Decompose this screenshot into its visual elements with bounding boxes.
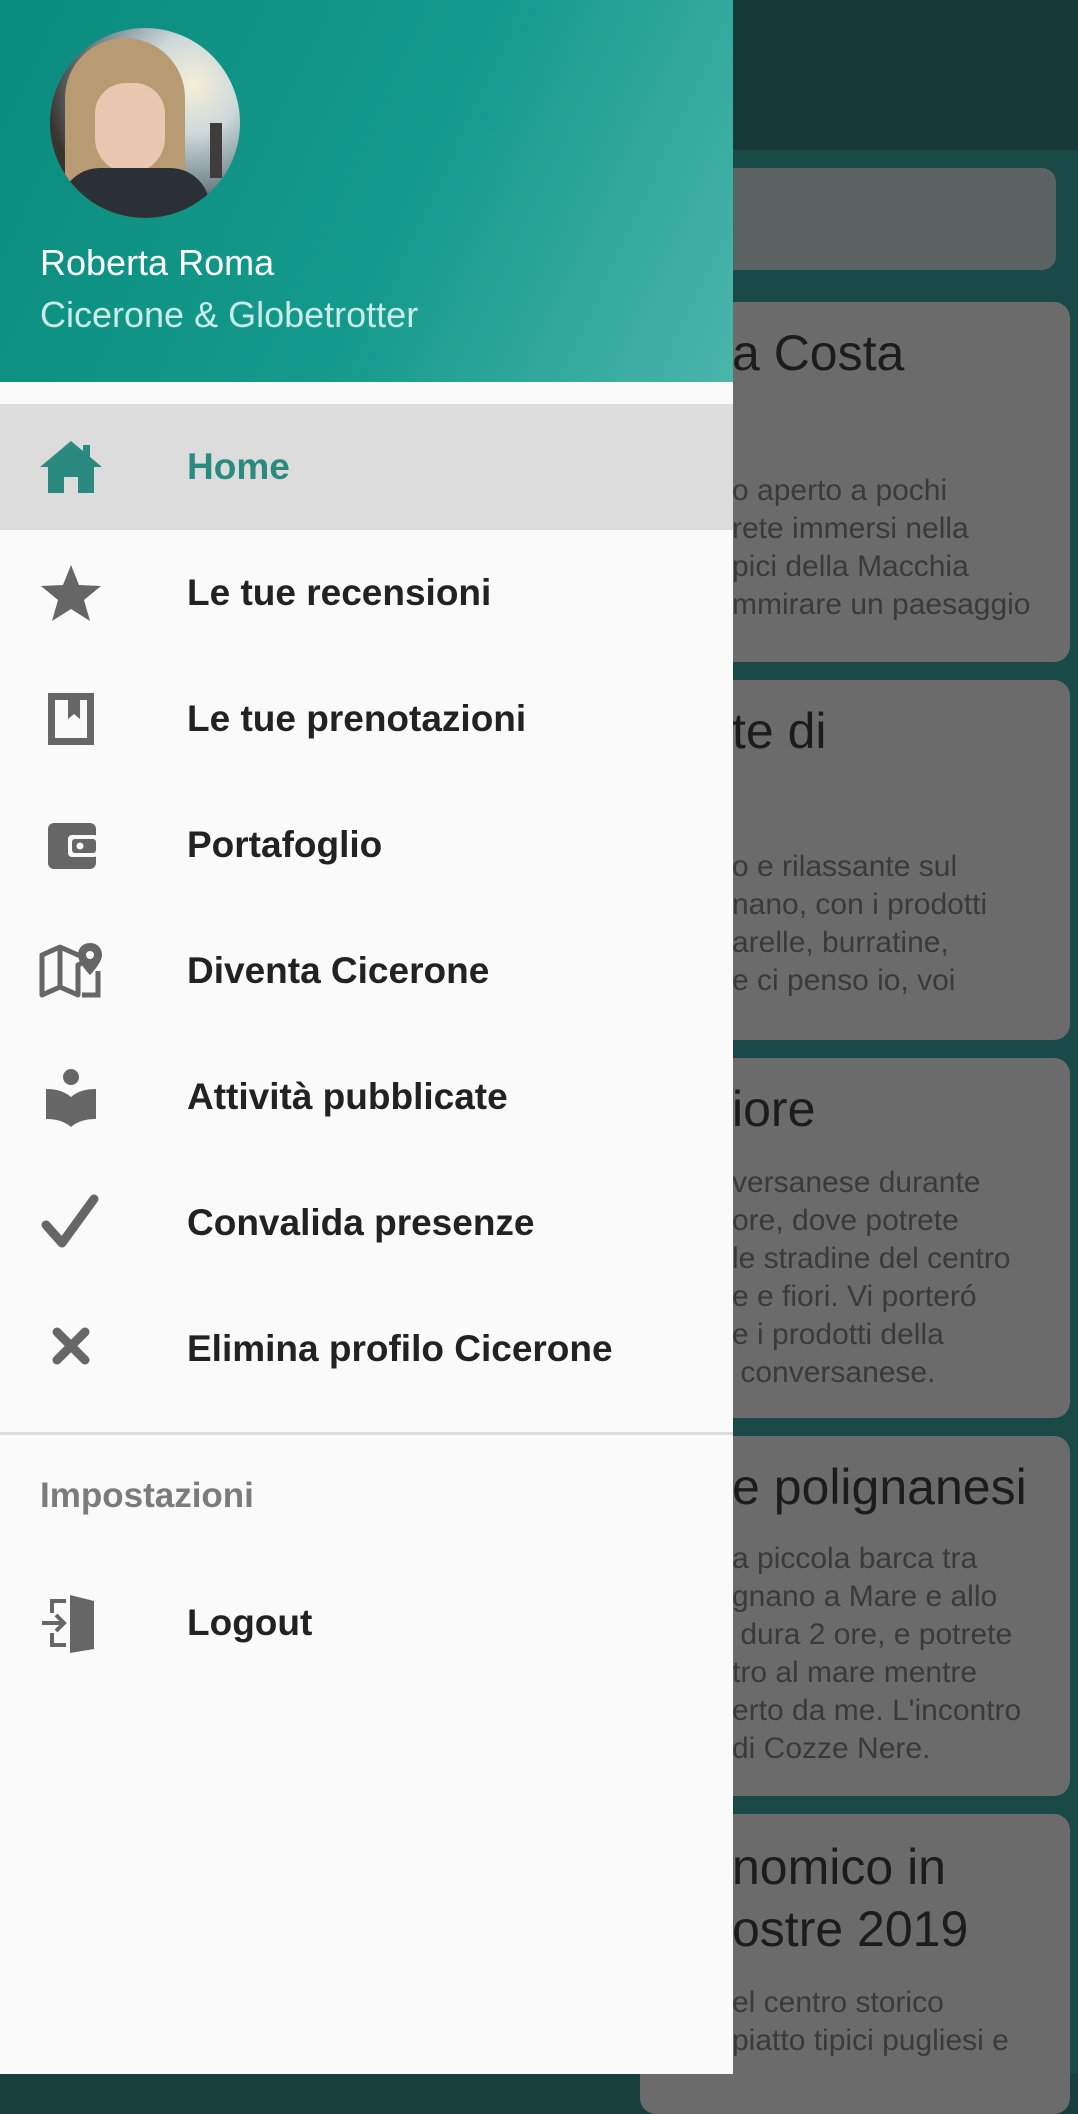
card-description: o aperto a pochi rete immersi nella pici… bbox=[732, 474, 1031, 621]
menu-item-reviews[interactable]: Le tue recensioni bbox=[0, 530, 733, 656]
card-description: a piccola barca tra gnano a Mare e allo … bbox=[732, 1542, 1022, 1765]
user-name: Roberta Roma bbox=[40, 242, 275, 283]
drawer-header: Roberta Roma Cicerone & Globetrotter bbox=[0, 0, 733, 382]
menu-item-logout[interactable]: Logout bbox=[0, 1560, 733, 1686]
divider bbox=[0, 1432, 733, 1435]
menu-item-label: Home bbox=[187, 446, 290, 487]
card-title: iore bbox=[732, 1081, 816, 1137]
menu-item-label: Elimina profilo Cicerone bbox=[187, 1328, 613, 1369]
close-icon bbox=[38, 1319, 104, 1379]
menu-item-label: Attività pubblicate bbox=[187, 1076, 508, 1117]
card-description: versanese durante ore, dove potrete le s… bbox=[732, 1166, 1011, 1389]
menu-item-label: Convalida presenze bbox=[187, 1202, 535, 1243]
map-icon bbox=[38, 941, 104, 1001]
logout-icon bbox=[38, 1593, 104, 1653]
navigation-drawer: Roberta Roma Cicerone & Globetrotter Hom… bbox=[0, 0, 733, 2074]
menu-item-validate-attendance[interactable]: Convalida presenze bbox=[0, 1160, 733, 1286]
menu-item-label: Le tue prenotazioni bbox=[187, 698, 527, 739]
menu-item-label: Portafoglio bbox=[187, 824, 383, 865]
menu-item-become-cicerone[interactable]: Diventa Cicerone bbox=[0, 908, 733, 1034]
wallet-icon bbox=[38, 815, 104, 875]
menu-item-home[interactable]: Home bbox=[0, 404, 733, 530]
bookmark-icon bbox=[38, 689, 104, 749]
settings-section-title: Impostazioni bbox=[40, 1476, 254, 1515]
card-title: nomico in ostre 2019 bbox=[732, 1839, 969, 1957]
menu-item-published-activities[interactable]: Attività pubblicate bbox=[0, 1034, 733, 1160]
menu-item-delete-profile[interactable]: Elimina profilo Cicerone bbox=[0, 1286, 733, 1412]
reader-icon bbox=[38, 1067, 104, 1127]
star-icon bbox=[38, 563, 104, 623]
avatar[interactable] bbox=[50, 28, 240, 218]
menu-item-label: Logout bbox=[187, 1602, 313, 1643]
card-title: e polignanesi bbox=[732, 1459, 1027, 1515]
menu-item-wallet[interactable]: Portafoglio bbox=[0, 782, 733, 908]
card-description: el centro storico piatto tipici pugliesi… bbox=[732, 1986, 1009, 2057]
user-role: Cicerone & Globetrotter bbox=[40, 294, 419, 335]
menu-item-bookings[interactable]: Le tue prenotazioni bbox=[0, 656, 733, 782]
card-description: o e rilassante sul nano, con i prodotti … bbox=[732, 850, 988, 997]
home-icon bbox=[38, 437, 104, 497]
card-title: a Costa bbox=[732, 325, 905, 381]
drawer-menu: Home Le tue recensioni Le tue prenotazio… bbox=[0, 404, 733, 1412]
menu-item-label: Le tue recensioni bbox=[187, 572, 492, 613]
card-title: te di bbox=[732, 703, 827, 759]
menu-item-label: Diventa Cicerone bbox=[187, 950, 490, 991]
check-icon bbox=[38, 1193, 104, 1253]
